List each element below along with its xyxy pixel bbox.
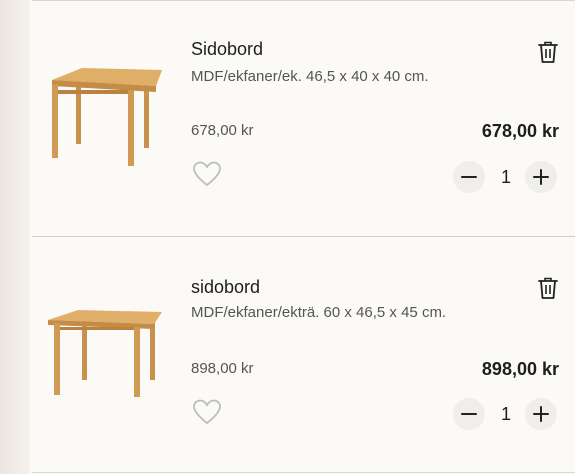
product-title[interactable]: sidobord (191, 277, 260, 298)
minus-icon (461, 413, 477, 415)
unit-price: 678,00 kr (191, 122, 254, 139)
trash-icon[interactable] (537, 276, 559, 300)
product-title[interactable]: Sidobord (191, 39, 263, 60)
heart-icon[interactable] (192, 398, 222, 426)
increase-quantity-button[interactable] (525, 161, 557, 193)
minus-icon (461, 176, 477, 178)
product-description: MDF/ekfaner/ekträ. 60 x 46,5 x 45 cm. (191, 304, 447, 321)
quantity-value: 1 (500, 167, 511, 187)
heart-icon[interactable] (192, 160, 222, 188)
product-image (48, 310, 162, 397)
item-divider (32, 236, 575, 237)
page-edge-shadow (0, 0, 30, 474)
product-description: MDF/ekfaner/ek. 46,5 x 40 x 40 cm. (191, 68, 429, 85)
bottom-divider (32, 472, 575, 473)
cart-item: Sidobord MDF/ekfaner/ek. 46,5 x 40 x 40 … (32, 0, 575, 230)
unit-price: 898,00 kr (191, 360, 254, 377)
decrease-quantity-button[interactable] (453, 161, 485, 193)
increase-quantity-button[interactable] (525, 398, 557, 430)
total-price: 898,00 kr (481, 359, 559, 379)
plus-icon (533, 169, 549, 185)
total-price: 678,00 kr (481, 121, 559, 141)
decrease-quantity-button[interactable] (453, 398, 485, 430)
cart-item: sidobord MDF/ekfaner/ekträ. 60 x 46,5 x … (32, 238, 575, 468)
trash-icon[interactable] (537, 40, 559, 64)
product-image (52, 68, 162, 166)
quantity-value: 1 (500, 404, 511, 424)
plus-icon (533, 406, 549, 422)
